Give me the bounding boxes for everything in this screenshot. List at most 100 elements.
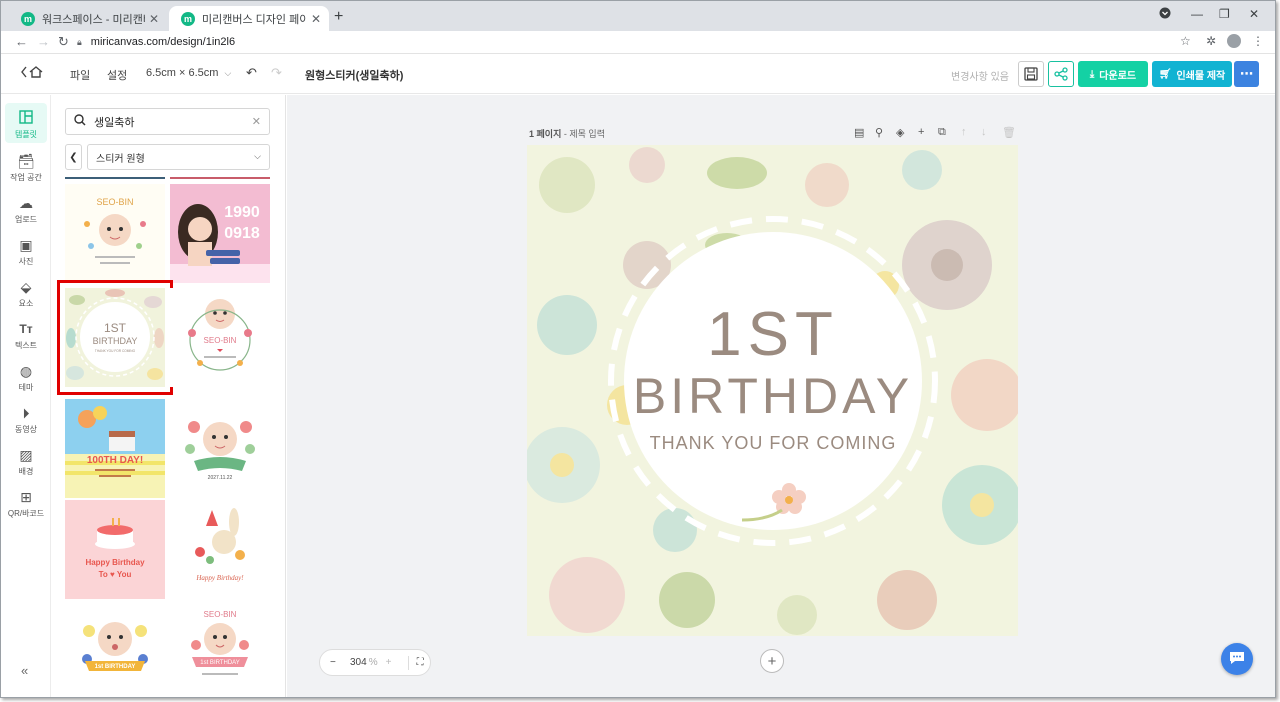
new-tab-icon[interactable]: + xyxy=(334,8,343,26)
add-page-icon[interactable]: + xyxy=(918,126,924,138)
undo-icon[interactable]: ↶ xyxy=(246,65,257,81)
extensions-icon[interactable]: ✲ xyxy=(1206,34,1216,48)
share-button[interactable] xyxy=(1048,61,1074,87)
sidebar-item-elements[interactable]: ⬙ 요소 xyxy=(5,279,47,309)
scroll-divider xyxy=(65,177,165,179)
more-options-button[interactable]: ⋯ xyxy=(1234,61,1259,87)
save-icon xyxy=(1024,67,1038,81)
close-tab-icon[interactable]: ✕ xyxy=(311,12,321,26)
zoom-in-button[interactable]: + xyxy=(386,657,400,668)
template-thumb-100th-day[interactable]: 100TH DAY! xyxy=(65,399,165,498)
sidebar-item-label: 요소 xyxy=(18,299,34,308)
minimize-icon[interactable]: — xyxy=(1191,7,1203,21)
duplicate-page-icon[interactable]: ⧉ xyxy=(938,126,946,139)
sidebar-item-templates[interactable]: 템플릿 xyxy=(5,103,47,143)
elements-icon: ⬙ xyxy=(20,279,32,295)
zoom-out-button[interactable]: − xyxy=(330,657,344,668)
profile-avatar[interactable] xyxy=(1227,34,1241,48)
file-menu[interactable]: 파일 xyxy=(70,67,90,83)
sidebar-item-label: 동영상 xyxy=(14,425,38,434)
template-thumb-photo-1990[interactable]: 1990 0918 xyxy=(170,184,270,283)
settings-menu[interactable]: 설정 xyxy=(107,67,127,83)
thumb-text: 1990 xyxy=(224,204,260,221)
template-thumb-first-birthday[interactable]: 1ST BIRTHDAY THANK YOU FOR COMING xyxy=(57,280,173,395)
bookmark-star-icon[interactable]: ☆ xyxy=(1180,34,1191,48)
tab-search-icon[interactable] xyxy=(1159,7,1171,22)
sidebar-item-label: 템플릿 xyxy=(14,130,38,139)
workspace-icon: 🗃︎ xyxy=(17,153,35,169)
close-window-icon[interactable]: ✕ xyxy=(1249,7,1259,21)
template-thumb-happy-birthday-cake[interactable]: Happy Birthday To ♥ You xyxy=(65,500,165,599)
chat-support-button[interactable] xyxy=(1221,643,1253,675)
move-up-icon[interactable]: ↑ xyxy=(961,126,967,138)
thumb-text: Happy Birthday! xyxy=(195,574,244,582)
move-down-icon[interactable]: ↓ xyxy=(981,126,987,138)
zoom-control: − 304 % + ⛶ xyxy=(319,649,431,676)
reload-icon[interactable]: ↻ xyxy=(58,34,69,50)
template-icon xyxy=(5,110,47,126)
template-preview: 2027.11.22 xyxy=(185,421,255,481)
print-order-button[interactable]: 🛒︎ 인쇄물 제작 xyxy=(1152,61,1232,87)
template-thumb-seo-bin-1[interactable]: SEO-BIN xyxy=(65,184,165,283)
app-header: 파일 설정 6.5cm × 6.5cm ⌵ ↶ ↷ 원형스티커(생일축하) 변경… xyxy=(1,54,1275,94)
back-icon[interactable]: ← xyxy=(15,34,28,49)
sidebar-item-text[interactable]: Tт 텍스트 xyxy=(5,321,47,351)
sidebar-item-theme[interactable]: ◍ 테마 xyxy=(5,363,47,393)
sidebar-item-qr[interactable]: ⊞ QR/바코드 xyxy=(5,489,47,519)
sidebar-item-label: 테마 xyxy=(18,383,34,392)
page-title-input[interactable]: 제목 입력 xyxy=(569,129,605,139)
category-back-button[interactable]: ❮ xyxy=(65,144,82,170)
eyedropper-icon[interactable]: ⚲ xyxy=(875,126,883,139)
miricanvas-favicon: m xyxy=(21,11,35,26)
browser-window: m 워크스페이스 - 미리캔버스 ✕ m 미리캔버스 디자인 페이지 ✕ + —… xyxy=(0,0,1276,698)
lock-icon: 🔒︎ xyxy=(77,36,82,47)
redo-icon[interactable]: ↷ xyxy=(271,65,282,81)
restore-icon[interactable]: ❐ xyxy=(1219,7,1230,21)
thumb-text: THANK YOU FOR COMING xyxy=(95,349,136,353)
collapse-panel-icon[interactable]: « xyxy=(21,663,28,678)
chat-bubble-icon xyxy=(1229,651,1245,668)
close-tab-icon[interactable]: ✕ xyxy=(149,12,159,26)
category-select[interactable]: 스티커 원형 ⌵ xyxy=(87,144,270,170)
miricanvas-favicon: m xyxy=(181,11,195,26)
upload-icon: ☁︎ xyxy=(19,195,33,211)
page-memo-icon[interactable]: ▤ xyxy=(854,126,864,139)
home-icon[interactable] xyxy=(21,65,43,82)
design-canvas[interactable]: 1ST BIRTHDAY THANK YOU FOR COMING xyxy=(527,145,1018,636)
search-input[interactable] xyxy=(94,115,252,128)
page-label: 1 페이지 - 제목 입력 xyxy=(529,129,605,139)
cart-icon: 🛒︎ xyxy=(1158,68,1172,80)
template-thumb-seo-bin-2[interactable]: SEO-BIN xyxy=(170,288,270,387)
delete-page-icon[interactable]: 🗑︎ xyxy=(1002,126,1016,139)
palette-icon: ◍ xyxy=(19,363,33,379)
sidebar-item-background[interactable]: ▨ 배경 xyxy=(5,447,47,477)
browser-menu-icon[interactable]: ⋮ xyxy=(1252,34,1264,48)
thumb-text: Happy Birthday xyxy=(85,558,145,567)
template-thumb-baby-wreath[interactable]: 2027.11.22 xyxy=(170,399,270,498)
category-value: 스티커 원형 xyxy=(96,153,145,165)
sidebar-item-photo[interactable]: ▣ 사진 xyxy=(5,237,47,267)
size-dropdown[interactable]: 6.5cm × 6.5cm ⌵ xyxy=(146,67,231,79)
sidebar-item-video[interactable]: ⏵︎ 동영상 xyxy=(5,405,47,435)
add-page-button[interactable]: + xyxy=(760,649,784,673)
sidebar-item-workspace[interactable]: 🗃︎ 작업 공간 xyxy=(5,153,47,183)
fill-bucket-icon[interactable]: ◈ xyxy=(896,126,904,139)
tab-design-page[interactable]: m 미리캔버스 디자인 페이지 ✕ xyxy=(169,6,329,31)
template-thumb-seo-bin-3[interactable]: SEO-BIN 1st BIRTHDAY xyxy=(170,601,270,697)
template-preview: SEO-BIN 1st BIRTHDAY xyxy=(191,610,249,675)
address-bar: ← → ↻ 🔒︎ miricanvas.com/design/1in2l6 ☆ … xyxy=(1,31,1275,54)
clear-search-icon[interactable]: ✕ xyxy=(252,115,261,128)
fit-screen-icon[interactable]: ⛶ xyxy=(417,657,424,668)
save-button[interactable] xyxy=(1018,61,1044,87)
forward-icon[interactable]: → xyxy=(37,34,50,49)
sidebar-item-upload[interactable]: ☁︎ 업로드 xyxy=(5,195,47,225)
url-field[interactable]: 🔒︎ miricanvas.com/design/1in2l6 xyxy=(77,32,1195,52)
document-title[interactable]: 원형스티커(생일축하) xyxy=(305,67,403,83)
template-preview: 1ST BIRTHDAY THANK YOU FOR COMING xyxy=(65,288,165,387)
template-thumb-bunny[interactable]: Happy Birthday! xyxy=(170,500,270,599)
zoom-value[interactable]: 304 xyxy=(350,657,367,668)
template-search-box[interactable]: ✕ xyxy=(65,108,270,135)
tab-workspace[interactable]: m 워크스페이스 - 미리캔버스 ✕ xyxy=(9,6,167,31)
download-button[interactable]: ⤓ 다운로드 xyxy=(1078,61,1148,87)
template-thumb-baby-1st[interactable]: 1st BIRTHDAY xyxy=(65,601,165,697)
